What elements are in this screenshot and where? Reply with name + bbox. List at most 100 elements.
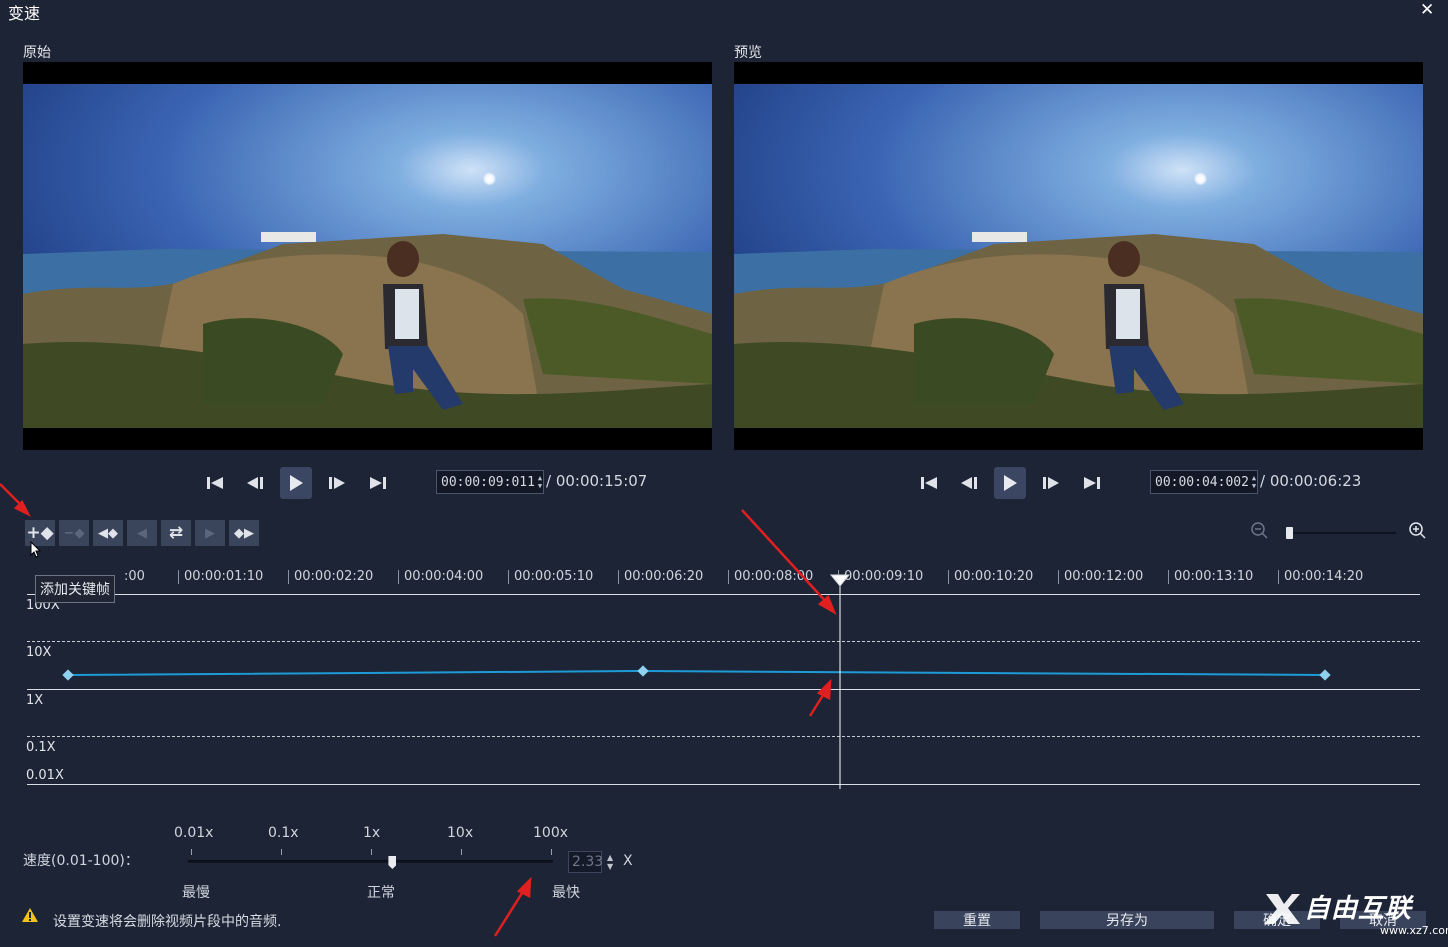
speed-unit: X [623,853,633,869]
speed-label: 速度(0.01-100)： [23,853,139,869]
preview-video-frame [734,84,1423,428]
reset-button[interactable]: 重置 [934,911,1020,929]
preview-go-end-button[interactable] [1078,469,1106,497]
watermark-text: 自由互联 [1304,894,1413,924]
preview-play-button[interactable] [994,467,1026,499]
warning-icon [22,908,38,922]
keyframe-marker[interactable] [637,665,649,677]
graph-bottom-line [27,784,1420,785]
ruler-tick [1168,570,1169,584]
next-keyframe-button[interactable]: ◆▶ [229,520,259,546]
ruler-label: 00:00:08:00 [734,569,814,584]
speed-value-input[interactable]: 2.33 [568,851,604,873]
axis-label: 0.1X [26,740,56,755]
keyframe-marker[interactable] [1319,669,1331,681]
speed-spinner-icon[interactable]: ▲ ▼ [607,853,613,871]
normal-label: 正常 [367,885,395,901]
watermark-url: www.xz7.com [1380,924,1448,937]
zoom-slider-thumb[interactable] [1286,527,1293,539]
zoom-in-icon[interactable] [1408,521,1428,541]
ruler-label: 00:00:02:20 [294,569,374,584]
previous-frame-icon [961,477,977,489]
ruler-label: :00 [124,569,145,584]
reverse-button[interactable]: ⇄ [161,520,191,546]
ruler-tick [618,570,619,584]
add-keyframe-tooltip: 添加关键帧 [35,575,115,603]
speed-scale-label: 10x [447,825,474,841]
original-go-end-button[interactable] [364,469,392,497]
speed-curve [67,669,1326,676]
close-icon[interactable]: ✕ [1420,0,1434,20]
ruler-label: 00:00:06:20 [624,569,704,584]
preview-next-frame-button[interactable] [1037,469,1065,497]
go-next-button[interactable]: ▶ [195,520,225,546]
original-next-frame-button[interactable] [323,469,351,497]
x-logo-icon [1264,894,1300,924]
speed-slider-thumb[interactable] [388,856,397,869]
plus-diamond-icon: +◆ [26,523,54,543]
skip-to-start-icon [207,477,223,489]
next-frame-icon [1043,477,1059,489]
skip-to-start-icon [921,477,937,489]
slider-tick [551,849,552,855]
previous-keyframe-icon: ◀◆ [98,525,118,541]
preview-timecode-input[interactable]: 00:00:04:002 ▲ ▼ [1150,470,1258,494]
original-video-viewer [23,62,712,450]
preview-panel-label: 预览 [734,45,762,61]
play-icon [290,475,303,491]
play-icon [1004,475,1017,491]
preview-prev-frame-button[interactable] [955,469,983,497]
previous-keyframe-button[interactable]: ◀◆ [93,520,123,546]
minus-diamond-icon: −◆ [63,525,85,541]
ruler-tick [1058,570,1059,584]
original-timecode-value: 00:00:09:011 [441,474,535,490]
ruler-label: 00:00:14:20 [1284,569,1364,584]
ruler-label: 00:00:12:00 [1064,569,1144,584]
preview-go-start-button[interactable] [915,469,943,497]
arrow-left-icon: ◀ [137,525,147,541]
ruler-tick [508,570,509,584]
zoom-slider-track[interactable] [1290,532,1396,534]
remove-keyframe-button[interactable]: −◆ [59,520,89,546]
fastest-label: 最快 [552,885,580,901]
go-previous-button[interactable]: ◀ [127,520,157,546]
original-panel-label: 原始 [23,45,51,61]
original-prev-frame-button[interactable] [241,469,269,497]
ruler-tick [948,570,949,584]
speed-scale-label: 0.01x [174,825,214,841]
skip-to-end-icon [370,477,386,489]
zoom-out-icon[interactable] [1250,521,1270,541]
speed-value: 2.33 [572,854,604,870]
slider-tick [461,849,462,855]
original-timecode-input[interactable]: 00:00:09:011 ▲ ▼ [436,470,544,494]
preview-duration: / 00:00:06:23 [1260,472,1362,490]
graph-top-line [27,594,1420,595]
swap-arrows-icon: ⇄ [168,523,184,543]
speed-scale-label: 100x [533,825,569,841]
speed-slider-track[interactable] [188,860,553,863]
warning-message: 设置变速将会删除视频片段中的音频. [53,914,282,930]
original-go-start-button[interactable] [201,469,229,497]
ruler-label: 00:00:05:10 [514,569,594,584]
ruler-tick [288,570,289,584]
preview-video-viewer [734,62,1423,450]
ruler-label: 00:00:10:20 [954,569,1034,584]
window-title: 变速 [8,4,41,23]
slider-tick [281,849,282,855]
preview-timecode-value: 00:00:04:002 [1155,474,1249,490]
gridline-1x [27,689,1420,690]
speed-scale-label: 1x [363,825,381,841]
ruler-label: 00:00:04:00 [404,569,484,584]
original-play-button[interactable] [280,467,312,499]
keyframe-marker[interactable] [62,669,74,681]
previous-frame-icon [247,477,263,489]
ruler-tick [728,570,729,584]
skip-to-end-icon [1084,477,1100,489]
timecode-spinner-icon[interactable]: ▲ ▼ [1252,474,1256,490]
save-as-button[interactable]: 另存为 [1040,911,1214,929]
next-keyframe-icon: ◆▶ [234,525,254,541]
gridline-0-1x [27,736,1420,737]
axis-label: 0.01X [26,768,64,783]
timecode-spinner-icon[interactable]: ▲ ▼ [538,474,542,490]
ruler-tick [398,570,399,584]
